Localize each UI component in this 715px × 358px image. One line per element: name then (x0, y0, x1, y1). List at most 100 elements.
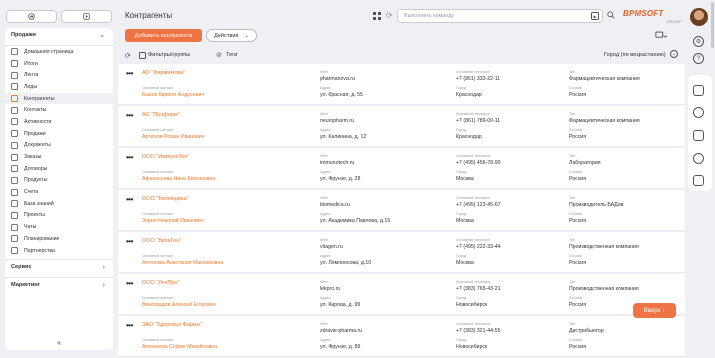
back-to-top-button[interactable]: Вверх ↑ (633, 303, 676, 318)
account-name-link[interactable]: АО "ФармаНова" (142, 70, 185, 76)
field-value-contact[interactable]: Алексеева София Михайловна (142, 344, 217, 350)
sidebar-item[interactable]: Активности (5, 116, 113, 128)
command-input[interactable]: Выполнить команду ▶ (397, 9, 603, 23)
sidebar-item[interactable]: Партнерства (5, 245, 113, 257)
notification-bell-icon[interactable] (693, 153, 704, 164)
sidebar-item[interactable]: Контакты (5, 104, 113, 116)
page-title: Контрагенты (125, 11, 173, 20)
filters-groups-dropdown[interactable]: Фильтры/группы (148, 52, 190, 58)
row-menu-icon[interactable]: ••• (126, 111, 133, 120)
field-caption: Адрес (320, 128, 331, 132)
sidebar-section-sales[interactable]: Продажи ⌄ (5, 28, 113, 42)
table-row[interactable]: ••• АО "ФармаНова" Основной контакт Быков К… (118, 64, 685, 105)
collapse-sidebar-icon[interactable]: « (5, 340, 113, 347)
field-caption: Адрес (320, 86, 331, 90)
field-caption: Город (456, 86, 467, 90)
account-name-link[interactable]: ООО "ЛекПро" (142, 280, 179, 286)
filter-icon[interactable] (139, 52, 146, 59)
row-menu-icon[interactable]: ••• (126, 321, 133, 330)
field-value-contact[interactable]: Быков Кирилл Андреевич (142, 92, 204, 98)
row-menu-icon[interactable]: ••• (126, 195, 133, 204)
chat-icon[interactable] (693, 85, 704, 96)
sidebar-item[interactable]: Проекты (5, 210, 113, 222)
sidebar-item-label: Лиды (24, 83, 38, 90)
field-caption: Тип (569, 280, 576, 284)
field-value-phone: +7 (383) 321-44-55 (456, 328, 501, 334)
sidebar-item[interactable]: Домашняя страница (5, 46, 113, 58)
avatar[interactable] (690, 8, 708, 26)
field-caption: Город (456, 254, 467, 258)
field-caption: Web (320, 196, 328, 200)
sidebar-item[interactable]: Заказы (5, 151, 113, 163)
sidebar-item-label: Контрагенты (24, 95, 55, 102)
sidebar-item[interactable]: Продукты (5, 175, 113, 187)
email-icon[interactable] (693, 130, 704, 141)
account-name-link[interactable]: АО "Профарм" (142, 112, 180, 118)
menu-item-icon (11, 95, 18, 103)
actions-button[interactable]: Действия ⌄ (206, 29, 257, 42)
refresh-icon[interactable]: ⟳ (125, 52, 131, 60)
tasks-icon[interactable] (693, 175, 704, 186)
table-row[interactable]: ••• ЗАО "Здоровья Фарма" Основной контакт А… (118, 316, 685, 357)
table-row[interactable]: ••• ООО "ВитаГен" Основной контакт Антонова… (118, 232, 685, 273)
account-name-link[interactable]: ООО "ВитаГен" (142, 238, 181, 244)
table-row[interactable]: ••• ООО "ЛекПро" Основной контакт Виноградо… (118, 274, 685, 315)
row-menu-icon[interactable]: ••• (126, 279, 133, 288)
row-menu-icon[interactable]: ••• (126, 153, 133, 162)
account-name-link[interactable]: ООО "Биомедика" (142, 196, 189, 202)
sidebar-item-label: Итоги (24, 60, 38, 67)
sidebar-item[interactable]: Лента (5, 69, 113, 81)
sidebar-item[interactable]: Лиды (5, 81, 113, 93)
search-icon[interactable] (607, 11, 615, 21)
sidebar-item[interactable]: Счета (5, 186, 113, 198)
sidebar-section-service[interactable]: Сервис › (5, 260, 113, 274)
help-icon[interactable]: ? (693, 53, 704, 64)
row-menu-icon[interactable]: ••• (126, 237, 133, 246)
profile-settings-icon[interactable] (655, 31, 668, 42)
sidebar-item-label: Активности (24, 118, 52, 125)
field-value-contact[interactable]: Зорин Николай Иванович (142, 218, 204, 224)
field-value-phone: +7 (861) 333-22-11 (456, 76, 501, 82)
sidebar-toolbar (6, 10, 112, 24)
table-row[interactable]: ••• АО "Профарм" Основной контакт Артюхов Р… (118, 106, 685, 147)
table-row[interactable]: ••• ООО "ИммуноТех" Основной контакт Афанас… (118, 148, 685, 189)
tag-icon[interactable]: ⊘ (216, 51, 222, 59)
account-name-link[interactable]: ООО "ИммуноТех" (142, 154, 189, 160)
sidebar-item[interactable]: Договоры (5, 163, 113, 175)
grid-view-icon[interactable] (373, 12, 381, 20)
field-value-contact[interactable]: Виноградов Алексей Егорович (142, 302, 216, 308)
sidebar-item[interactable]: Документы (5, 140, 113, 152)
field-value-city: Москва (456, 176, 474, 182)
sidebar-item[interactable]: Продажи (5, 128, 113, 140)
settings-icon[interactable]: ⚙ (693, 36, 704, 47)
menu-item-icon (11, 223, 18, 231)
field-value-contact[interactable]: Артюхов Роман Иванович (142, 134, 204, 140)
field-value-contact[interactable]: Антонова Анастасия Максимовна (142, 260, 223, 266)
message-icon[interactable] (693, 107, 704, 118)
sidebar-section-marketing[interactable]: Маркетинг › (5, 278, 113, 292)
field-value-contact[interactable]: Афанасьева Нина Евгеньевна (142, 176, 215, 182)
row-menu-icon[interactable]: ••• (126, 69, 133, 78)
field-caption: Страна (569, 254, 582, 258)
sync-icon[interactable]: ⟳ (386, 11, 393, 20)
sort-dropdown[interactable]: Город (по возрастанию) (604, 52, 666, 58)
account-name-link[interactable]: ЗАО "Здоровья Фарма" (142, 322, 202, 328)
sidebar-item[interactable]: Чаты (5, 221, 113, 233)
sidebar-item[interactable]: Контрагенты (5, 92, 113, 105)
tags-button[interactable]: Теги (226, 52, 237, 58)
scrollbar[interactable] (711, 2, 714, 48)
home-toggle-button[interactable] (6, 10, 57, 23)
sidebar-item-label: Счета (24, 189, 39, 196)
field-caption: Страна (569, 338, 582, 342)
chevron-down-icon[interactable]: ⌄ (670, 50, 678, 58)
play-button[interactable] (61, 10, 112, 23)
add-account-button[interactable]: Добавить контрагента (125, 29, 202, 42)
field-value-city: Новосибирск (456, 302, 488, 308)
field-caption: Страна (569, 296, 582, 300)
sidebar-item[interactable]: База знаний (5, 198, 113, 210)
sidebar-item[interactable]: Итоги (5, 58, 113, 70)
sidebar-item[interactable]: Планирование (5, 233, 113, 245)
table-row[interactable]: ••• ООО "Биомедика" Основной контакт Зорин … (118, 190, 685, 231)
field-value-web: immunotech.ru (320, 160, 355, 166)
run-command-icon[interactable]: ▶ (591, 12, 599, 20)
